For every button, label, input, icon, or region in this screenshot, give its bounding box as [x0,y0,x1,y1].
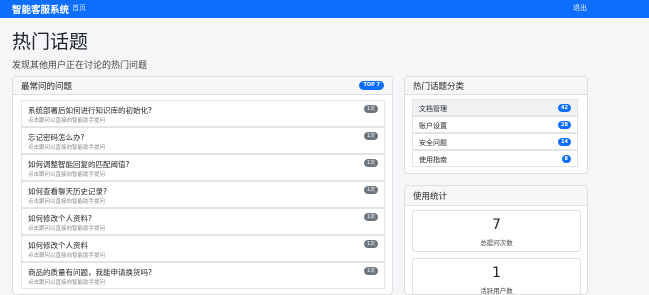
question-title: 如何调整智能回复的匹配阈值? [28,160,130,169]
category-label: 账户设置 [419,122,447,130]
question-count-badge: 1次 [363,105,378,113]
question-title: 商品的质量有问题，我能申请换货吗? [28,268,152,277]
faq-question-item[interactable]: 商品的质量有问题，我能申请换货吗? 点击跟问以直接向智能助手提问 1次 [21,262,385,289]
question-count-badge: 1次 [363,132,378,140]
faq-question-item[interactable]: 系统部署后如何进行知识库的初始化? 点击跟问以直接向智能助手提问 1次 [21,100,385,127]
question-count-badge: 1次 [363,267,378,275]
brand-logo-text[interactable]: 智能客服系统 [12,2,69,16]
faq-question-item[interactable]: 如何修改个人资料? 点击跟问以直接向智能助手提问 1次 [21,208,385,235]
stat-label: 总提问次数 [480,239,513,247]
stats-card-title: 使用统计 [413,192,448,202]
question-title: 如何查看聊天历史记录? [28,187,107,196]
faq-question-item[interactable]: 如何调整智能回复的匹配阈值? 点击跟问以直接向智能助手提问 1次 [21,154,385,181]
question-count-badge: 1次 [363,240,378,248]
question-hint: 点击跟问以直接向智能助手提问 [28,280,106,286]
faq-card-header: 最常问的问题 TOP 7 [13,77,392,95]
stat-label: 活跃用户数 [480,287,513,295]
page-subtitle: 发现其他用户正在讨论的热门问题 [12,61,148,71]
category-count-badge: 28 [558,121,571,129]
category-count-badge: 8 [561,155,571,163]
category-count-badge: 14 [558,138,571,146]
stat-total-questions: 7 总提问次数 [412,210,581,252]
stat-value: 7 [492,217,501,233]
question-hint: 点击跟问以直接向智能助手提问 [28,226,106,232]
stat-active-users: 1 活跃用户数 [412,258,581,295]
category-item-guide[interactable]: 使用指南 8 [412,150,578,167]
question-hint: 点击跟问以直接向智能助手提问 [28,145,106,151]
top-navbar: 智能客服系统 首页 退出 [0,0,649,18]
question-hint: 点击跟问以直接向智能助手提问 [28,199,106,205]
question-hint: 点击跟问以直接向智能助手提问 [28,172,106,178]
category-count-badge: 42 [558,104,571,112]
categories-card-header: 热门话题分类 [405,77,587,95]
page-title: 热门话题 [12,31,89,53]
category-item-security[interactable]: 安全问题 14 [412,133,578,150]
category-label: 文档管理 [419,105,447,113]
question-count-badge: 1次 [363,186,378,194]
faq-card-title: 最常问的问题 [21,82,73,92]
question-title: 忘记密码怎么办? [28,133,85,142]
question-hint: 点击跟问以直接向智能助手提问 [28,118,106,124]
categories-card-title: 热门话题分类 [413,82,465,92]
question-hint: 点击跟问以直接向智能助手提问 [28,253,106,259]
category-item-account[interactable]: 账户设置 28 [412,116,578,133]
top-count-badge: TOP 7 [359,81,384,90]
faq-question-item[interactable]: 忘记密码怎么办? 点击跟问以直接向智能助手提问 1次 [21,127,385,154]
question-title: 如何修改个人资料 [28,241,88,250]
question-count-badge: 1次 [363,213,378,221]
category-label: 安全问题 [419,139,447,147]
stat-value: 1 [492,265,501,281]
logout-link[interactable]: 退出 [573,3,587,13]
stats-card-header: 使用统计 [405,186,587,206]
nav-link-home[interactable]: 首页 [72,3,86,13]
question-title: 如何修改个人资料? [28,214,92,223]
category-label: 使用指南 [419,156,447,164]
faq-question-item[interactable]: 如何修改个人资料 点击跟问以直接向智能助手提问 1次 [21,235,385,262]
faq-question-item[interactable]: 如何查看聊天历史记录? 点击跟问以直接向智能助手提问 1次 [21,181,385,208]
question-count-badge: 1次 [363,159,378,167]
question-title: 系统部署后如何进行知识库的初始化? [28,106,152,115]
category-item-docs[interactable]: 文档管理 42 [412,99,578,116]
